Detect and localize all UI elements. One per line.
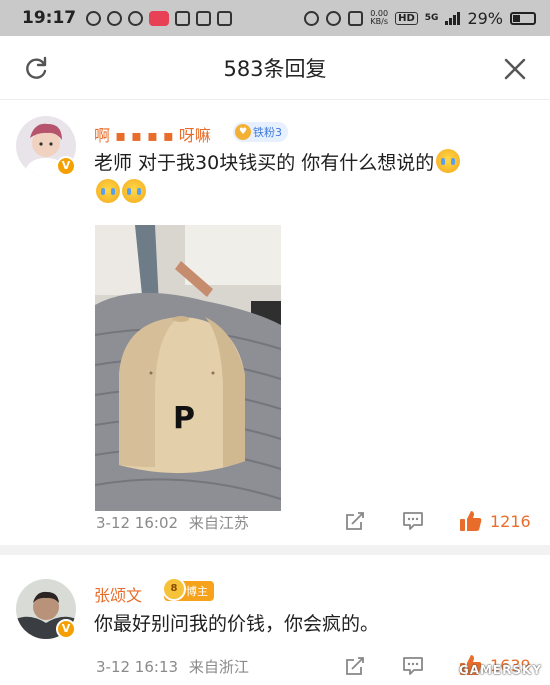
- crying-emoji-icon: [96, 179, 120, 203]
- battery-percent: 29%: [467, 8, 503, 28]
- alarm-icon: [304, 10, 320, 26]
- comment-location: 来自浙江: [188, 658, 249, 676]
- location-icon: [128, 10, 144, 26]
- status-right: 0.00 KB/s HD 5G 29%: [304, 9, 536, 28]
- blogger-face-icon: 8: [162, 577, 186, 601]
- fan-level-badge: ♥ 铁粉3: [233, 122, 288, 142]
- status-bar: 19:17 0.00 KB/s HD 5G 29%: [0, 0, 550, 36]
- verified-badge-icon: V: [56, 619, 76, 639]
- blogger-badge: 8 博主: [162, 577, 214, 601]
- net-speed: 0.00 KB/s: [370, 10, 388, 26]
- crying-emoji-icon: [122, 179, 146, 203]
- comment-icon[interactable]: [402, 510, 424, 532]
- comment-divider: [0, 545, 550, 555]
- comment-timestamp: 3-12 16:02: [96, 514, 179, 532]
- net-speed-unit: KB/s: [370, 17, 388, 26]
- hd-indicator: HD: [395, 11, 418, 25]
- battery-icon: [510, 11, 536, 25]
- cap-logo-letter: P: [173, 401, 195, 436]
- weibo-icon: [86, 10, 102, 26]
- replies-sheet: 583条回复 V 啊 ▪ ▪ ▪ ▪ 呀嘛 ♥ 铁粉3 老师 对于我30块钱买的…: [0, 36, 550, 685]
- comment-timestamp: 3-12 16:13: [96, 658, 179, 676]
- like-button[interactable]: 1216: [458, 508, 531, 534]
- close-icon[interactable]: [502, 56, 528, 82]
- like-count: 1216: [490, 511, 531, 531]
- comment-meta: 3-12 16:02 来自江苏: [96, 512, 249, 533]
- share-icon[interactable]: [344, 655, 366, 677]
- comment-location: 来自江苏: [188, 514, 249, 532]
- crying-emoji-icon: [436, 149, 461, 173]
- app-icon: [217, 10, 233, 26]
- share-icon[interactable]: [344, 510, 366, 532]
- status-time: 19:17: [22, 8, 77, 28]
- watermark: GAMERSKY: [458, 663, 542, 677]
- vibrate-icon: [348, 10, 364, 26]
- comment-meta: 3-12 16:13 来自浙江: [96, 656, 249, 677]
- comment-text: 老师 对于我30块钱买的 你有什么想说的: [94, 148, 534, 208]
- notification-icons: [86, 10, 233, 26]
- comment-username[interactable]: 张颂文: [94, 582, 142, 606]
- blogger-badge-label: 博主: [186, 585, 208, 598]
- comment-text: 你最好别问我的价钱，你会疯的。: [94, 609, 379, 639]
- wechat-icon: [107, 10, 123, 26]
- tiktok-icon: [196, 10, 212, 26]
- comment-text-line: 你最好别问我的价钱，你会疯的。: [94, 613, 380, 635]
- verified-badge-icon: V: [56, 156, 76, 176]
- red-app-icon: [149, 10, 170, 26]
- location-icon: [326, 10, 342, 26]
- comment-icon[interactable]: [402, 655, 424, 677]
- sheet-title: 583条回复: [223, 56, 327, 81]
- comment-photo[interactable]: P: [95, 225, 281, 511]
- network-type: 5G: [424, 13, 439, 23]
- signal-icon: [445, 11, 461, 25]
- refresh-icon[interactable]: [24, 56, 50, 82]
- thumbs-up-icon: [460, 511, 482, 531]
- app-icon: [175, 10, 191, 26]
- comment-text-line: 老师 对于我30块钱买的 你有什么想说的: [94, 152, 435, 174]
- comment-username[interactable]: 啊 ▪ ▪ ▪ ▪ 呀嘛: [94, 122, 211, 146]
- fan-heart-icon: ♥: [235, 124, 251, 140]
- fan-level-label: 铁粉3: [253, 126, 282, 139]
- sheet-header: 583条回复: [0, 36, 550, 100]
